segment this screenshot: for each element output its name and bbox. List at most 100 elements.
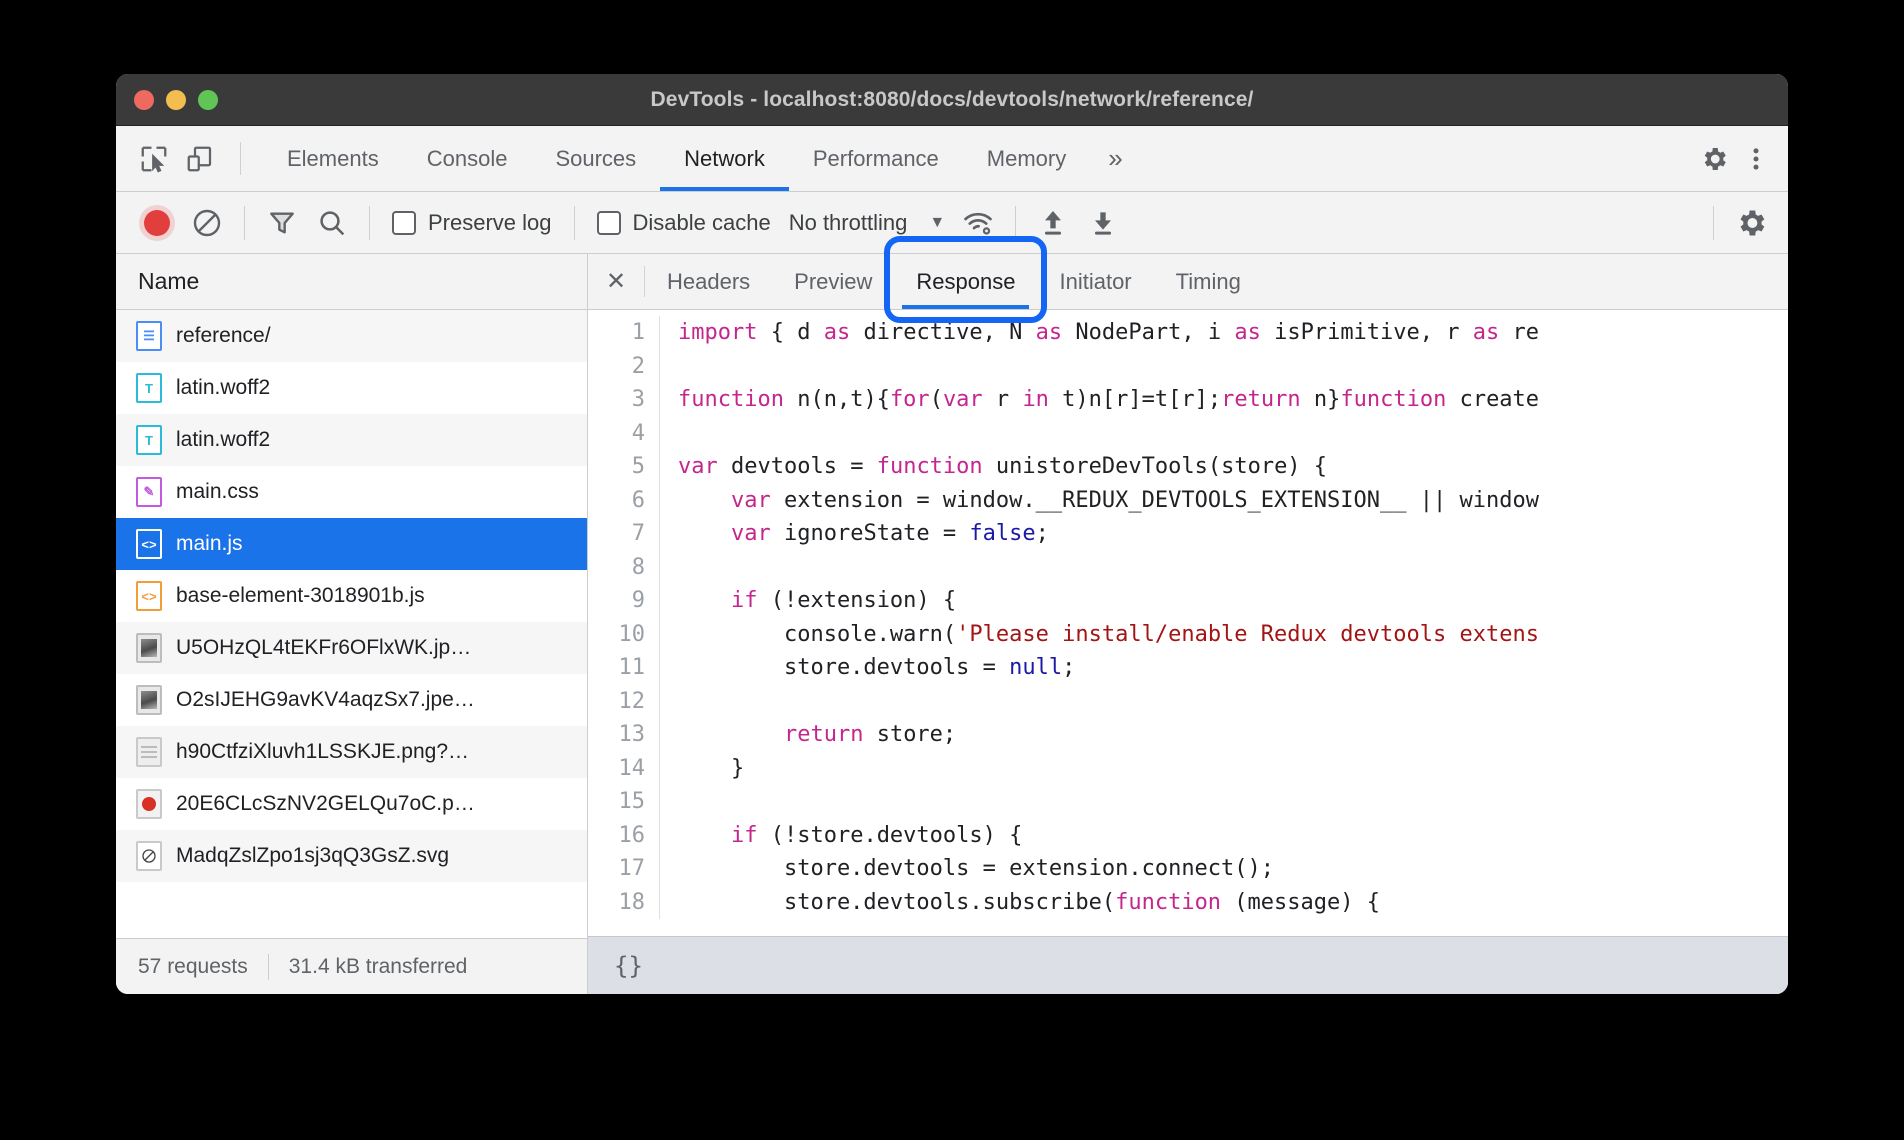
list-item[interactable]: T latin.woff2 — [116, 414, 587, 466]
list-item-selected[interactable]: <> main.js — [116, 518, 587, 570]
record-button[interactable] — [134, 200, 180, 246]
detail-tabbar: ✕ Headers Preview Response Initiator Tim… — [588, 254, 1788, 310]
tab-initiator[interactable]: Initiator — [1037, 254, 1153, 309]
tab-elements-label: Elements — [287, 146, 379, 172]
download-icon[interactable] — [1080, 200, 1126, 246]
wifi-settings-icon[interactable] — [955, 200, 1001, 246]
window-titlebar: DevTools - localhost:8080/docs/devtools/… — [116, 74, 1788, 126]
request-name: main.js — [176, 532, 243, 556]
script-file-icon: <> — [136, 581, 162, 611]
screenshot-stage: DevTools - localhost:8080/docs/devtools/… — [0, 0, 1904, 1140]
disable-cache-box-icon — [597, 211, 621, 235]
filter-button[interactable] — [259, 200, 305, 246]
toolbar-divider-2 — [369, 206, 370, 240]
stylesheet-file-icon: ✎ — [136, 477, 162, 507]
requests-summary-bar: 57 requests 31.4 kB transferred — [116, 938, 587, 994]
request-detail-panel: ✕ Headers Preview Response Initiator Tim… — [588, 254, 1788, 994]
close-window-button[interactable] — [134, 90, 154, 110]
network-toolbar: Preserve log Disable cache No throttling… — [116, 192, 1788, 254]
font-file-icon: T — [136, 373, 162, 403]
summary-divider — [268, 954, 269, 980]
list-item[interactable]: ✎ main.css — [116, 466, 587, 518]
toolbar-divider-1 — [244, 206, 245, 240]
network-settings-gear-icon[interactable] — [1728, 200, 1774, 246]
tab-sources[interactable]: Sources — [531, 126, 660, 191]
window-traffic-lights[interactable] — [116, 90, 218, 110]
tab-preview[interactable]: Preview — [772, 254, 894, 309]
font-file-icon: T — [136, 425, 162, 455]
tab-network-label: Network — [684, 146, 765, 172]
tab-preview-label: Preview — [794, 269, 872, 295]
devtools-tabbar-left-icons — [116, 126, 232, 191]
list-item[interactable]: MadqZslZpo1sj3qQ3GsZ.svg — [116, 830, 587, 882]
tab-console-label: Console — [427, 146, 508, 172]
zoom-window-button[interactable] — [198, 90, 218, 110]
list-item[interactable]: h90CtfziXluvh1LSSKJE.png?… — [116, 726, 587, 778]
image-file-icon — [136, 789, 162, 819]
tab-more-label: » — [1108, 143, 1122, 174]
image-file-icon — [136, 633, 162, 663]
request-name: 20E6CLcSzNV2GELQu7oC.p… — [176, 792, 475, 816]
list-item[interactable]: 20E6CLcSzNV2GELQu7oC.p… — [116, 778, 587, 830]
close-detail-button[interactable]: ✕ — [588, 254, 644, 309]
preserve-log-label: Preserve log — [428, 210, 552, 236]
requests-list[interactable]: ☰ reference/ T latin.woff2 T latin.woff2… — [116, 310, 587, 938]
request-name: MadqZslZpo1sj3qQ3GsZ.svg — [176, 844, 449, 868]
devtools-window: DevTools - localhost:8080/docs/devtools/… — [116, 74, 1788, 994]
list-item[interactable]: T latin.woff2 — [116, 362, 587, 414]
request-name: h90CtfziXluvh1LSSKJE.png?… — [176, 740, 469, 764]
upload-icon[interactable] — [1030, 200, 1076, 246]
tab-console[interactable]: Console — [403, 126, 532, 191]
clear-button[interactable] — [184, 200, 230, 246]
requests-column-header[interactable]: Name — [116, 254, 587, 310]
inspect-element-icon[interactable] — [136, 141, 172, 177]
request-name: base-element-3018901b.js — [176, 584, 425, 608]
tab-performance-label: Performance — [813, 146, 939, 172]
list-item[interactable]: U5OHzQL4tEKFr6OFlxWK.jp… — [116, 622, 587, 674]
code-line-numbers: 123456789101112131415161718 — [588, 316, 660, 919]
tab-performance[interactable]: Performance — [789, 126, 963, 191]
throttling-select[interactable]: No throttling ▼ — [783, 210, 951, 236]
tab-initiator-label: Initiator — [1059, 269, 1131, 295]
list-item[interactable]: O2sIJEHG9avKV4aqzSx7.jpe… — [116, 674, 587, 726]
transferred-size: 31.4 kB transferred — [289, 955, 468, 979]
tab-elements[interactable]: Elements — [263, 126, 403, 191]
minimize-window-button[interactable] — [166, 90, 186, 110]
throttling-value: No throttling — [789, 210, 908, 236]
request-name: O2sIJEHG9avKV4aqzSx7.jpe… — [176, 688, 475, 712]
devtools-tab-list: Elements Console Sources Network Perform… — [249, 126, 1141, 191]
preserve-log-checkbox[interactable]: Preserve log — [384, 210, 560, 236]
tab-memory[interactable]: Memory — [963, 126, 1090, 191]
pretty-print-button[interactable]: {} — [614, 952, 643, 980]
tab-more-panels-icon[interactable]: » — [1090, 126, 1140, 191]
record-icon — [144, 210, 170, 236]
devtools-tabbar-right-icons — [1673, 126, 1788, 191]
tab-timing[interactable]: Timing — [1154, 254, 1263, 309]
tab-response[interactable]: Response — [894, 254, 1037, 309]
more-options-icon[interactable] — [1738, 141, 1774, 177]
tabbar-divider — [240, 142, 241, 175]
toolbar-divider-4 — [1015, 206, 1016, 240]
chevron-down-icon: ▼ — [929, 214, 945, 232]
tab-headers[interactable]: Headers — [645, 254, 772, 309]
svg-file-icon — [136, 841, 162, 871]
request-name: latin.woff2 — [176, 376, 270, 400]
document-file-icon: ☰ — [136, 321, 162, 351]
device-toolbar-icon[interactable] — [182, 141, 218, 177]
toolbar-divider-3 — [574, 206, 575, 240]
devtools-tabbar: Elements Console Sources Network Perform… — [116, 126, 1788, 192]
search-button[interactable] — [309, 200, 355, 246]
disable-cache-checkbox[interactable]: Disable cache — [589, 210, 779, 236]
list-item[interactable]: <> base-element-3018901b.js — [116, 570, 587, 622]
response-code-view[interactable]: 123456789101112131415161718 import { d a… — [588, 310, 1788, 936]
toolbar-divider-5 — [1713, 206, 1714, 240]
tab-headers-label: Headers — [667, 269, 750, 295]
settings-gear-icon[interactable] — [1696, 141, 1732, 177]
request-name: U5OHzQL4tEKFr6OFlxWK.jp… — [176, 636, 471, 660]
code-content: import { d as directive, N as NodePart, … — [660, 316, 1539, 919]
request-count: 57 requests — [138, 955, 248, 979]
list-item[interactable]: ☰ reference/ — [116, 310, 587, 362]
request-name: main.css — [176, 480, 259, 504]
tab-network[interactable]: Network — [660, 126, 789, 191]
requests-panel: Name ☰ reference/ T latin.woff2 T latin.… — [116, 254, 588, 994]
